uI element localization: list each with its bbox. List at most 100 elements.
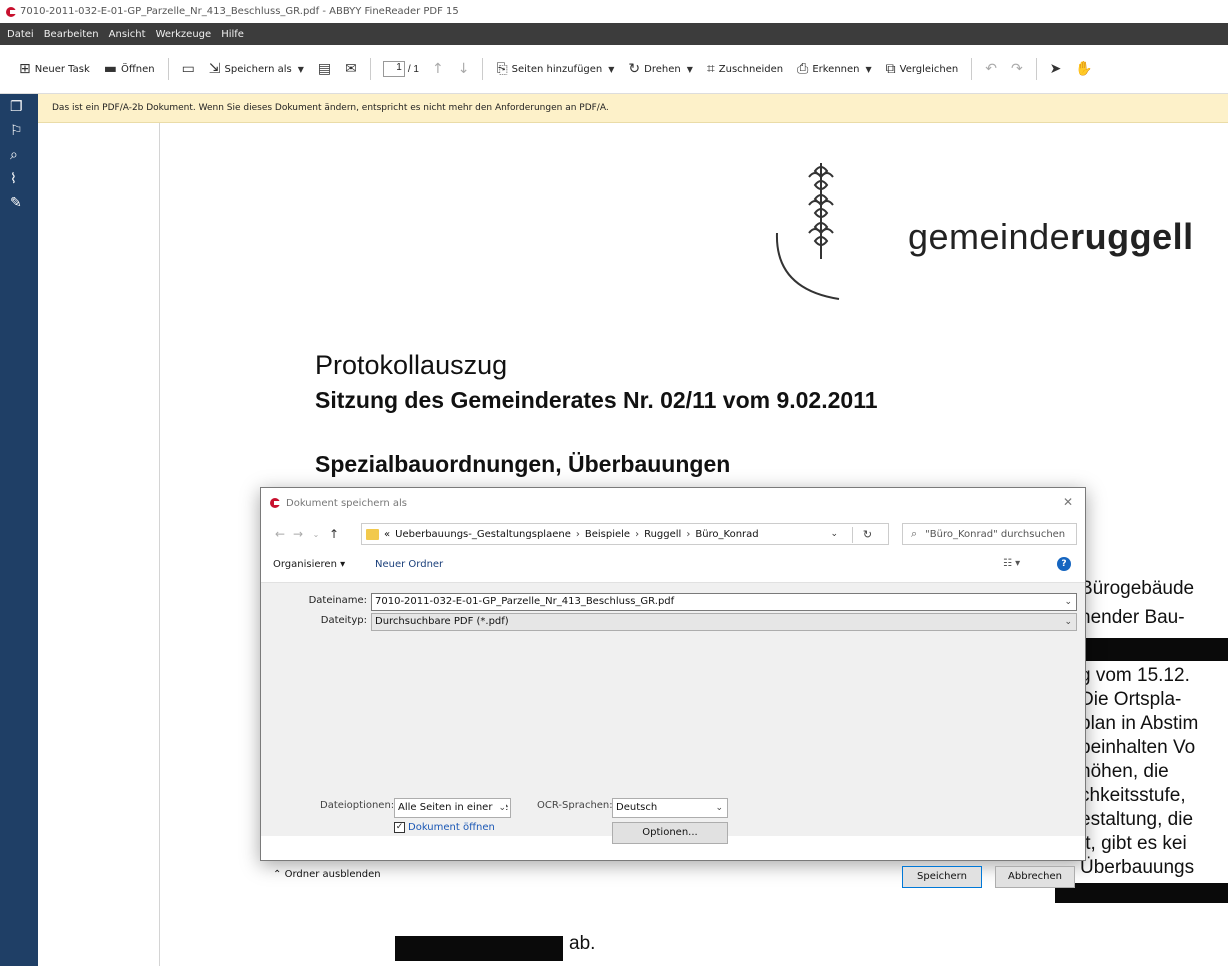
file-fields-area: Dateiname: 7010-2011-032-E-01-GP_Parzell… bbox=[261, 582, 1085, 888]
app-logo-icon bbox=[6, 6, 16, 17]
new-task-label: Neuer Task bbox=[34, 63, 90, 75]
menu-ansicht[interactable]: Ansicht bbox=[104, 29, 151, 40]
crop-icon: ⌗ bbox=[706, 61, 715, 77]
pages-icon[interactable]: ❐ bbox=[0, 94, 38, 118]
chevron-down-icon[interactable]: ⌄ bbox=[1064, 594, 1072, 610]
breadcrumb-segment[interactable]: Büro_Konrad bbox=[695, 529, 758, 540]
add-pages-button[interactable]: ⎘ Seiten hinzufügen ▼ bbox=[489, 56, 621, 82]
address-bar[interactable]: « Ueberbauungs-_Gestaltungsplaene › Beis… bbox=[361, 523, 889, 545]
open-button[interactable]: ▬ Öffnen bbox=[97, 56, 162, 82]
ocr-languages-select[interactable]: Deutsch ⌄ bbox=[612, 798, 728, 818]
previous-page-button[interactable]: ↑ bbox=[425, 56, 451, 82]
body-line: plan in Abstim bbox=[1080, 713, 1199, 734]
command-bar: Organisieren ▾ Neuer Ordner ☷ ▾ ? bbox=[261, 554, 1085, 578]
breadcrumb-segment[interactable]: Beispiele bbox=[585, 529, 630, 540]
search-icon: ⌕ bbox=[911, 527, 918, 540]
menu-datei[interactable]: Datei bbox=[2, 29, 39, 40]
compare-label: Vergleichen bbox=[899, 63, 959, 75]
body-line: Die Ortspla- bbox=[1080, 689, 1182, 710]
save-as-icon: ⇲ bbox=[208, 61, 221, 77]
breadcrumb-segment[interactable]: Ruggell bbox=[644, 529, 681, 540]
save-as-button[interactable]: ⇲ Speichern als ▼ bbox=[202, 56, 311, 82]
breadcrumb-segment[interactable]: Ueberbauungs-_Gestaltungsplaene bbox=[395, 529, 571, 540]
select-tool-button[interactable]: ➤ bbox=[1043, 56, 1069, 82]
filetype-select[interactable]: Durchsuchbare PDF (*.pdf) ⌄ bbox=[371, 613, 1077, 631]
back-arrow-icon[interactable]: ← bbox=[271, 527, 289, 541]
menu-hilfe[interactable]: Hilfe bbox=[216, 29, 249, 40]
recent-locations-icon[interactable]: ⌄ bbox=[307, 530, 325, 539]
breadcrumb-overflow[interactable]: « bbox=[384, 529, 390, 540]
redo-button[interactable]: ↷ bbox=[1004, 56, 1030, 82]
ocr-languages-label: OCR-Sprachen: bbox=[537, 800, 613, 811]
view-options-icon[interactable]: ☷ ▾ bbox=[1003, 558, 1020, 569]
page-number-input[interactable]: 1 bbox=[382, 61, 405, 77]
organize-label: Organisieren bbox=[273, 559, 337, 570]
hide-folders-button[interactable]: ⌃ Ordner ausblenden bbox=[273, 869, 381, 880]
body-line: Überbauungs bbox=[1080, 857, 1195, 878]
chevron-down-icon[interactable]: ⌄ bbox=[830, 529, 838, 539]
rotate-icon: ↻ bbox=[628, 61, 641, 77]
save-dialog-button[interactable]: Speichern bbox=[902, 866, 982, 888]
wheat-logo-icon bbox=[775, 163, 840, 300]
redo-icon: ↷ bbox=[1010, 61, 1023, 77]
new-task-icon: ⊞ bbox=[19, 61, 31, 77]
attachment-icon[interactable]: ⌇ bbox=[0, 166, 38, 190]
crop-button[interactable]: ⌗ Zuschneiden bbox=[700, 56, 790, 82]
body-line: beinhalten Vo bbox=[1080, 737, 1196, 758]
close-icon[interactable]: ✕ bbox=[1059, 493, 1077, 511]
arrow-down-icon: ↓ bbox=[457, 61, 470, 77]
filename-label: Dateiname: bbox=[308, 595, 367, 606]
body-line: estaltung, die bbox=[1080, 809, 1194, 830]
options-button[interactable]: Optionen... bbox=[612, 822, 728, 844]
menu-werkzeuge[interactable]: Werkzeuge bbox=[151, 29, 217, 40]
undo-button[interactable]: ↶ bbox=[978, 56, 1004, 82]
recognize-label: Erkennen bbox=[812, 63, 860, 75]
chevron-down-icon[interactable]: ⌄ bbox=[1064, 614, 1072, 630]
compare-icon: ⧉ bbox=[885, 61, 896, 77]
toolbar-separator bbox=[482, 58, 484, 80]
toolbar-separator bbox=[971, 58, 973, 80]
search-placeholder: "Büro_Konrad" durchsuchen bbox=[925, 528, 1066, 540]
hand-icon: ✋ bbox=[1075, 61, 1093, 77]
cancel-button[interactable]: Abbrechen bbox=[995, 866, 1075, 888]
chevron-down-icon: ▼ bbox=[608, 64, 615, 74]
recognize-button[interactable]: ⎙ Erkennen ▼ bbox=[790, 56, 879, 82]
folder-icon: ▬ bbox=[103, 61, 117, 77]
email-button[interactable]: ✉ bbox=[338, 56, 364, 82]
forward-arrow-icon[interactable]: → bbox=[289, 527, 307, 541]
filename-row: Dateiname: 7010-2011-032-E-01-GP_Parzell… bbox=[261, 593, 1085, 611]
file-options-select[interactable]: Alle Seiten in einer ge ⌄ bbox=[394, 798, 511, 818]
filename-input[interactable]: 7010-2011-032-E-01-GP_Parzelle_Nr_413_Be… bbox=[371, 593, 1077, 611]
dialog-title: Dokument speichern als bbox=[286, 497, 408, 509]
help-icon[interactable]: ? bbox=[1057, 557, 1071, 571]
up-arrow-icon[interactable]: ↑ bbox=[325, 527, 343, 541]
toolbar-separator bbox=[167, 58, 169, 80]
refresh-icon[interactable]: ↻ bbox=[852, 527, 882, 543]
print-icon: ▤ bbox=[317, 61, 332, 77]
cursor-icon: ➤ bbox=[1049, 61, 1062, 77]
menu-bearbeiten[interactable]: Bearbeiten bbox=[39, 29, 104, 40]
rotate-label: Drehen bbox=[644, 63, 681, 75]
hand-tool-button[interactable]: ✋ bbox=[1068, 56, 1099, 82]
next-page-button[interactable]: ↓ bbox=[451, 56, 477, 82]
print-button[interactable]: ▤ bbox=[311, 56, 338, 82]
compare-button[interactable]: ⧉ Vergleichen bbox=[879, 56, 966, 82]
save-as-dialog: Dokument speichern als ✕ ← → ⌄ ↑ « Ueber… bbox=[260, 487, 1086, 888]
redaction-block bbox=[395, 936, 563, 961]
open-document-checkbox[interactable]: ✓ Dokument öffnen bbox=[394, 822, 495, 833]
chevron-right-icon: › bbox=[575, 528, 580, 540]
checkbox-checked-icon[interactable]: ✓ bbox=[394, 822, 405, 833]
new-task-button[interactable]: ⊞ Neuer Task bbox=[12, 56, 97, 82]
search-icon[interactable]: ⌕ bbox=[0, 142, 38, 166]
rotate-button[interactable]: ↻ Drehen ▼ bbox=[621, 56, 699, 82]
title-bar: 7010-2011-032-E-01-GP_Parzelle_Nr_413_Be… bbox=[0, 0, 1228, 23]
search-input[interactable]: ⌕ "Büro_Konrad" durchsuchen bbox=[902, 523, 1077, 545]
bookmark-icon[interactable]: ⚐ bbox=[0, 118, 38, 142]
page-navigator: 1 / 1 bbox=[377, 61, 425, 77]
new-folder-button[interactable]: Neuer Ordner bbox=[375, 559, 443, 570]
open-label: Öffnen bbox=[120, 63, 155, 75]
document-section-title: Spezialbauordnungen, Überbauungen bbox=[315, 451, 731, 477]
stamp-icon[interactable]: ✎ bbox=[0, 190, 38, 214]
save-button[interactable]: ▭ bbox=[175, 56, 202, 82]
organize-button[interactable]: Organisieren ▾ bbox=[273, 559, 345, 570]
